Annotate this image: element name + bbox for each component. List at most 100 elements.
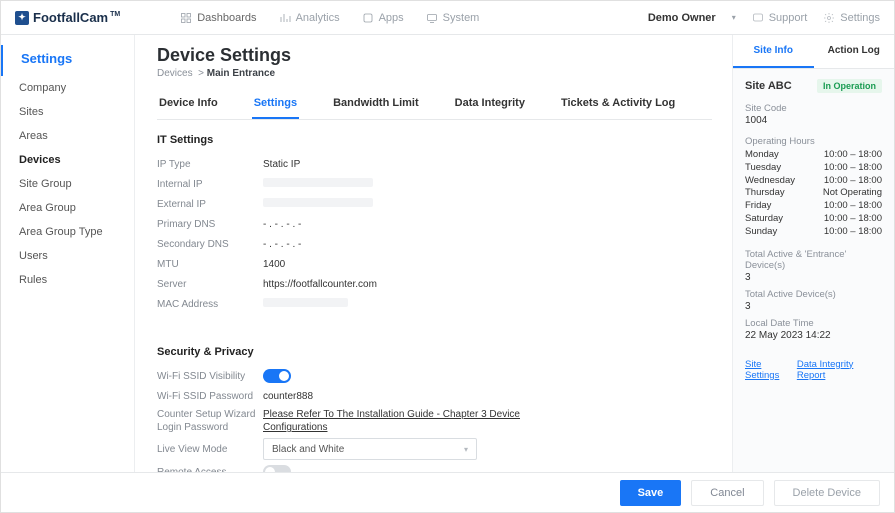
- chevron-down-icon[interactable]: ▾: [732, 13, 736, 22]
- tab-bandwidth[interactable]: Bandwidth Limit: [331, 89, 421, 119]
- save-button[interactable]: Save: [620, 480, 682, 506]
- sidebar-item-rules[interactable]: Rules: [1, 268, 134, 292]
- brand-logo[interactable]: ✦ FootfallCam TM: [15, 10, 120, 25]
- nav-system-label: System: [443, 12, 480, 24]
- hours-day: Tuesday: [745, 162, 781, 175]
- link-data-integrity[interactable]: Data Integrity Report: [797, 359, 882, 381]
- sidebar-item-devices[interactable]: Devices: [1, 148, 134, 172]
- nav-system[interactable]: System: [426, 12, 480, 24]
- redacted-placeholder: [263, 298, 348, 307]
- val-mtu: 1400: [263, 259, 285, 270]
- hours-day: Wednesday: [745, 175, 795, 188]
- analytics-icon: [279, 12, 291, 24]
- row-ip-type: IP Type Static IP: [157, 154, 706, 174]
- sidebar-item-company[interactable]: Company: [1, 76, 134, 100]
- rp-entrance-label: Total Active & 'Entrance' Device(s): [745, 249, 882, 271]
- label-server: Server: [157, 279, 263, 290]
- hours-day: Monday: [745, 149, 779, 162]
- rp-active-val: 3: [745, 301, 882, 312]
- rp-sitecode-val: 1004: [745, 115, 882, 126]
- rp-sitecode-label: Site Code: [745, 103, 882, 114]
- nav-analytics[interactable]: Analytics: [279, 12, 340, 24]
- cancel-button[interactable]: Cancel: [691, 480, 763, 506]
- label-mtu: MTU: [157, 259, 263, 270]
- rp-hours: Monday 10:00 – 18:00 Tuesday 10:00 – 18:00…: [745, 149, 882, 239]
- sidebar-item-sites[interactable]: Sites: [1, 100, 134, 124]
- toggle-remote-access[interactable]: [263, 465, 291, 472]
- label-primary-dns: Primary DNS: [157, 219, 263, 230]
- label-liveview: Live View Mode: [157, 444, 263, 455]
- tab-tickets[interactable]: Tickets & Activity Log: [559, 89, 677, 119]
- chevron-down-icon: ▾: [464, 445, 468, 454]
- hours-day: Saturday: [745, 213, 783, 226]
- nav-apps-label: Apps: [379, 12, 404, 24]
- link-site-settings[interactable]: Site Settings: [745, 359, 797, 381]
- row-external-ip: External IP: [157, 194, 706, 214]
- rp-tabs: Site Info Action Log: [733, 35, 894, 69]
- breadcrumb: Devices > Main Entrance: [157, 68, 712, 79]
- sidebar-item-area-group-type[interactable]: Area Group Type: [1, 220, 134, 244]
- right-panel: Site Info Action Log Site ABC In Operati…: [732, 35, 894, 472]
- row-secondary-dns: Secondary DNS - . - . - . -: [157, 234, 706, 254]
- link-install-guide[interactable]: Please Refer To The Installation Guide -…: [263, 408, 523, 434]
- label-wifi-vis: Wi-Fi SSID Visibility: [157, 371, 263, 382]
- label-wifi-pwd: Wi-Fi SSID Password: [157, 391, 263, 402]
- breadcrumb-leaf: Main Entrance: [207, 68, 275, 79]
- rp-hours-label: Operating Hours: [745, 136, 882, 147]
- nav-settings-label: Settings: [840, 12, 880, 24]
- apps-icon: [362, 12, 374, 24]
- redacted-placeholder: [263, 178, 373, 187]
- nav-settings[interactable]: Settings: [823, 12, 880, 24]
- owner-name[interactable]: Demo Owner: [648, 12, 716, 24]
- nav-analytics-label: Analytics: [296, 12, 340, 24]
- sidebar-item-site-group[interactable]: Site Group: [1, 172, 134, 196]
- hours-time: 10:00 – 18:00: [824, 162, 882, 175]
- row-mac: MAC Address: [157, 294, 706, 314]
- select-liveview-mode[interactable]: Black and White ▾: [263, 438, 477, 460]
- row-server: Server https://footfallcounter.com: [157, 274, 706, 294]
- label-wizard-pwd: Counter Setup Wizard Login Password: [157, 408, 263, 434]
- row-wifi-vis: Wi-Fi SSID Visibility: [157, 366, 706, 386]
- row-wizard-pwd: Counter Setup Wizard Login Password Plea…: [157, 406, 706, 436]
- rp-tab-site-info[interactable]: Site Info: [733, 35, 814, 68]
- label-internal-ip: Internal IP: [157, 179, 263, 190]
- nav-dashboards[interactable]: Dashboards: [180, 12, 256, 24]
- val-mac: [263, 298, 348, 310]
- hours-time: 10:00 – 18:00: [824, 226, 882, 239]
- tab-integrity[interactable]: Data Integrity: [453, 89, 527, 119]
- top-nav: Dashboards Analytics Apps System: [180, 12, 479, 24]
- val-server: https://footfallcounter.com: [263, 279, 377, 290]
- page-title: Device Settings: [157, 45, 712, 66]
- sidebar-heading: Settings: [1, 45, 134, 76]
- nav-dashboards-label: Dashboards: [197, 12, 256, 24]
- delete-device-button[interactable]: Delete Device: [774, 480, 880, 506]
- val-primary-dns: - . - . - . -: [263, 219, 301, 230]
- nav-support[interactable]: Support: [752, 12, 808, 24]
- row-primary-dns: Primary DNS - . - . - . -: [157, 214, 706, 234]
- rp-active-label: Total Active Device(s): [745, 289, 882, 300]
- main: Device Settings Devices > Main Entrance …: [135, 35, 732, 472]
- breadcrumb-root[interactable]: Devices: [157, 68, 193, 79]
- section-it-title: IT Settings: [157, 134, 706, 146]
- tab-device-info[interactable]: Device Info: [157, 89, 220, 119]
- hours-time: 10:00 – 18:00: [824, 149, 882, 162]
- nav-apps[interactable]: Apps: [362, 12, 404, 24]
- hours-time: Not Operating: [823, 187, 882, 200]
- rp-tab-action-log[interactable]: Action Log: [814, 35, 895, 68]
- hours-time: 10:00 – 18:00: [824, 200, 882, 213]
- hours-day: Sunday: [745, 226, 777, 239]
- row-internal-ip: Internal IP: [157, 174, 706, 194]
- sidebar-item-area-group[interactable]: Area Group: [1, 196, 134, 220]
- val-wifi-pwd: counter888: [263, 391, 313, 402]
- row-wifi-pwd: Wi-Fi SSID Password counter888: [157, 386, 706, 406]
- dashboard-icon: [180, 12, 192, 24]
- hours-time: 10:00 – 18:00: [824, 175, 882, 188]
- row-liveview: Live View Mode Black and White ▾: [157, 436, 706, 462]
- toggle-wifi-visibility[interactable]: [263, 369, 291, 383]
- content-tabs: Device Info Settings Bandwidth Limit Dat…: [157, 89, 712, 120]
- system-icon: [426, 12, 438, 24]
- tab-settings[interactable]: Settings: [252, 89, 299, 119]
- sidebar-item-areas[interactable]: Areas: [1, 124, 134, 148]
- rp-entrance-val: 3: [745, 272, 882, 283]
- sidebar-item-users[interactable]: Users: [1, 244, 134, 268]
